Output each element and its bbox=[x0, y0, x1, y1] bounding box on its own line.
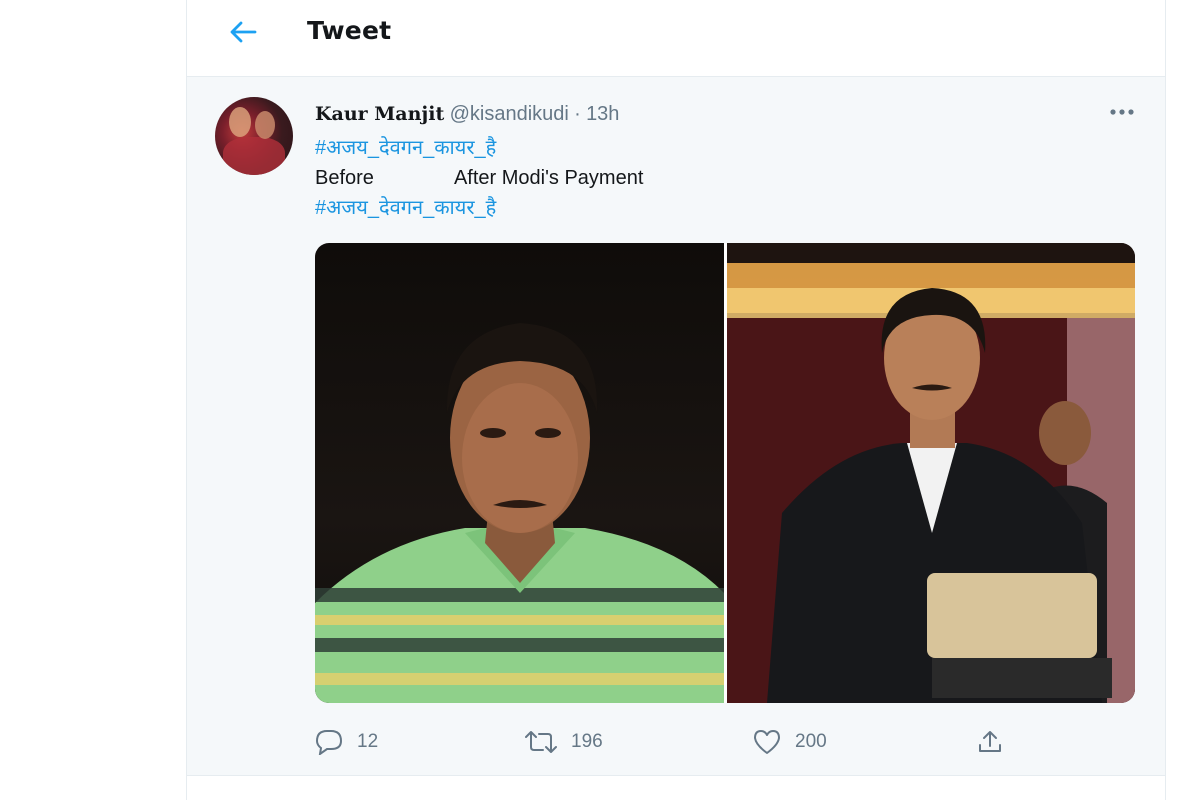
hashtag-link[interactable]: #अजय_देवगन_कायर_है bbox=[315, 197, 496, 219]
tweet-meta: Kaur Manjit @kisandikudi · 13h bbox=[315, 103, 619, 126]
hashtag-link[interactable]: #अजय_देवगन_कायर_है bbox=[315, 137, 496, 159]
before-label: Before bbox=[315, 167, 374, 189]
share-button[interactable] bbox=[977, 725, 1003, 759]
heart-icon bbox=[754, 730, 780, 754]
retweet-icon bbox=[525, 731, 557, 753]
avatar[interactable] bbox=[215, 97, 293, 175]
tweet-photo-after[interactable] bbox=[727, 243, 1135, 703]
page-header: Tweet bbox=[187, 0, 1165, 74]
tweet-photo-before[interactable] bbox=[315, 243, 724, 703]
more-horizontal-icon bbox=[1110, 109, 1134, 115]
page-title: Tweet bbox=[307, 16, 392, 45]
like-button[interactable]: 200 bbox=[753, 725, 827, 759]
timeline-column: Tweet Kaur Manjit @kisandikudi · 13h #अज… bbox=[186, 0, 1166, 800]
tweet-media bbox=[315, 243, 1135, 703]
retweet-count: 196 bbox=[571, 731, 603, 752]
author-name[interactable]: Kaur Manjit bbox=[315, 103, 444, 125]
back-button[interactable] bbox=[223, 16, 263, 48]
more-options-button[interactable] bbox=[1107, 99, 1137, 125]
next-section bbox=[187, 776, 1165, 800]
tweet[interactable]: Kaur Manjit @kisandikudi · 13h #अजय_देवग… bbox=[187, 76, 1165, 776]
after-label: After Modi's Payment bbox=[453, 167, 644, 189]
reply-button[interactable]: 12 bbox=[315, 725, 378, 759]
author-handle[interactable]: @kisandikudi bbox=[450, 103, 569, 125]
share-icon bbox=[979, 731, 1001, 752]
reply-count: 12 bbox=[357, 731, 379, 752]
arrow-left-icon bbox=[230, 21, 257, 43]
reply-icon bbox=[315, 730, 343, 755]
tweet-actions: 12 196 200 bbox=[315, 725, 1135, 759]
tweet-timestamp[interactable]: 13h bbox=[586, 103, 619, 125]
like-count: 200 bbox=[795, 731, 827, 752]
tweet-body-line: Before After Modi's Payment bbox=[315, 163, 643, 193]
tweet-text: #अजय_देवगन_कायर_है Before After Modi's Pa… bbox=[315, 133, 643, 223]
retweet-button[interactable]: 196 bbox=[525, 725, 603, 759]
meta-separator: · bbox=[574, 103, 581, 125]
